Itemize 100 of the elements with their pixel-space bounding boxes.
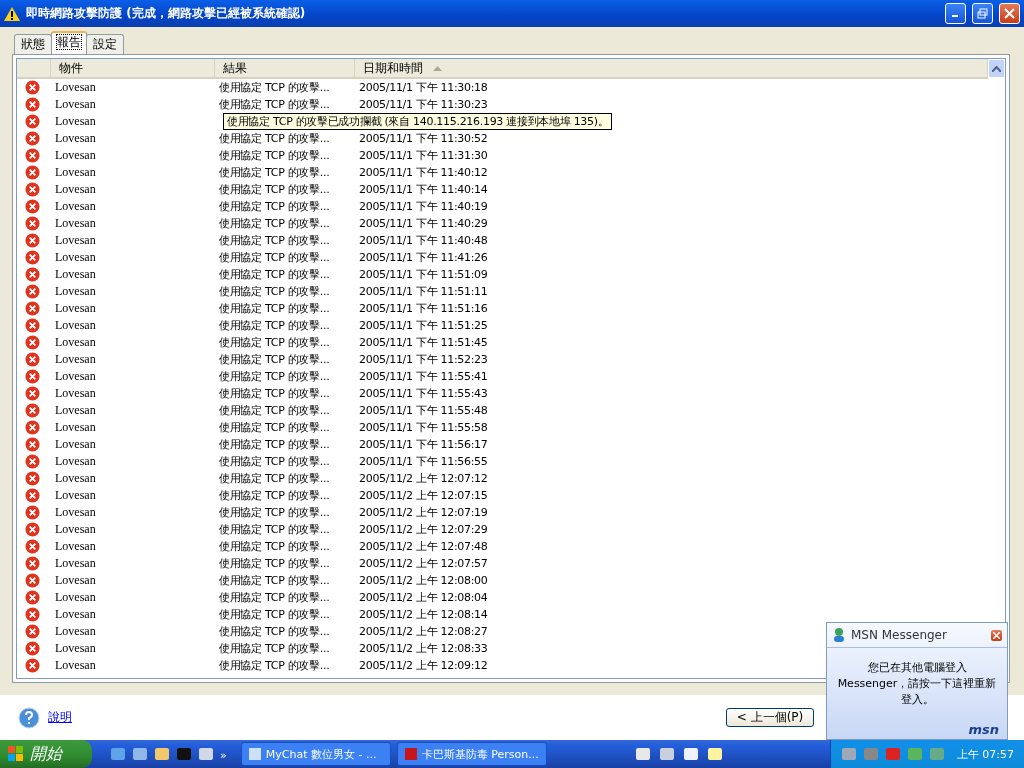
result-cell-text: 使用協定 TCP 的攻擊... xyxy=(218,369,330,384)
result-cell-text: 使用協定 TCP 的攻擊... xyxy=(218,131,330,146)
start-button[interactable]: 開始 xyxy=(0,740,92,768)
datetime-cell-text: 2005/11/2 上午 12:07:29 xyxy=(358,522,488,537)
error-icon xyxy=(25,352,40,367)
datetime-cell-text: 2005/11/2 上午 12:07:12 xyxy=(358,471,488,486)
object-cell-text: Lovesan xyxy=(54,199,97,214)
datetime-cell-text: 2005/11/1 下午 11:40:14 xyxy=(358,182,488,197)
object-cell-text: Lovesan xyxy=(54,97,97,112)
object-cell-text: Lovesan xyxy=(54,182,97,197)
result-cell-text: 使用協定 TCP 的攻擊... xyxy=(218,403,330,418)
scroll-up-button[interactable] xyxy=(988,59,1005,78)
result-cell-text: 使用協定 TCP 的攻擊... xyxy=(218,165,330,180)
object-cell-text: Lovesan xyxy=(54,641,97,656)
datetime-cell-text: 2005/11/2 上午 12:08:33 xyxy=(358,641,488,656)
result-cell-text: 使用協定 TCP 的攻擊... xyxy=(218,658,330,673)
datetime-cell-text: 2005/11/1 下午 11:52:23 xyxy=(358,352,488,367)
result-cell-text: 使用協定 TCP 的攻擊... xyxy=(218,199,330,214)
object-cell-text: Lovesan xyxy=(54,539,97,554)
datetime-cell-text: 2005/11/1 下午 11:30:52 xyxy=(358,131,488,146)
object-cell-text: Lovesan xyxy=(54,335,97,350)
close-icon xyxy=(1004,8,1015,19)
datetime-cell-text: 2005/11/2 上午 12:08:27 xyxy=(358,624,488,639)
error-icon xyxy=(25,590,40,605)
object-cell-text: Lovesan xyxy=(54,352,97,367)
error-icon xyxy=(25,80,40,95)
object-cell-text: Lovesan xyxy=(54,624,97,639)
error-icon xyxy=(25,403,40,418)
object-cell-text: Lovesan xyxy=(54,233,97,248)
result-cell-text: 使用協定 TCP 的攻擊... xyxy=(218,556,330,571)
datetime-cell-text: 2005/11/1 下午 11:51:16 xyxy=(358,301,488,316)
error-icon xyxy=(25,369,40,384)
back-button[interactable]: < 上一個(P) xyxy=(726,708,814,727)
object-cell-text: Lovesan xyxy=(54,573,97,588)
object-cell-text: Lovesan xyxy=(54,80,97,95)
result-cell-text: 使用協定 TCP 的攻擊... xyxy=(218,97,330,112)
datetime-cell-text: 2005/11/1 下午 11:51:25 xyxy=(358,318,488,333)
datetime-cell-text: 2005/11/2 上午 12:07:19 xyxy=(358,505,488,520)
datetime-cell-text: 2005/11/1 下午 11:41:26 xyxy=(358,250,488,265)
notification-popup[interactable]: MSN Messenger 您已在其他電腦登入 Messenger，請按一下這裡重新登入。 msn xyxy=(826,622,1008,740)
tab[interactable]: 設定 xyxy=(86,34,124,54)
error-icon xyxy=(25,216,40,231)
object-cell-text: Lovesan xyxy=(54,437,97,452)
error-icon xyxy=(25,233,40,248)
error-icon xyxy=(25,420,40,435)
result-cell-text: 使用協定 TCP 的攻擊... xyxy=(218,607,330,622)
result-cell-text: 使用協定 TCP 的攻擊... xyxy=(218,624,330,639)
datetime-cell-text: 2005/11/2 上午 12:08:14 xyxy=(358,607,488,622)
popup-message[interactable]: 您已在其他電腦登入 Messenger，請按一下這裡重新登入。 xyxy=(827,648,1007,722)
object-cell-text: Lovesan xyxy=(54,369,97,384)
object-cell-text: Lovesan xyxy=(54,386,97,401)
result-cell-text: 使用協定 TCP 的攻擊... xyxy=(218,148,330,163)
result-cell-text: 使用協定 TCP 的攻擊... xyxy=(218,437,330,452)
tab[interactable]: 狀態 xyxy=(14,34,52,54)
result-cell-text: 使用協定 TCP 的攻擊... xyxy=(218,573,330,588)
maximize-button[interactable] xyxy=(972,3,993,24)
datetime-cell-text: 2005/11/2 上午 12:07:57 xyxy=(358,556,488,571)
datetime-cell-text: 2005/11/2 上午 12:07:48 xyxy=(358,539,488,554)
help-link[interactable]: 說明 xyxy=(18,706,72,729)
result-cell-text: 使用協定 TCP 的攻擊... xyxy=(218,250,330,265)
datetime-cell-text: 2005/11/1 下午 11:30:23 xyxy=(358,97,488,112)
datetime-cell-text: 2005/11/1 下午 11:55:43 xyxy=(358,386,488,401)
result-cell-text: 使用協定 TCP 的攻擊... xyxy=(218,590,330,605)
taskbar-button[interactable]: 卡巴斯基防毒 Person... xyxy=(396,742,547,766)
datetime-cell-text: 2005/11/1 下午 11:51:11 xyxy=(358,284,488,299)
close-button[interactable] xyxy=(990,628,1003,642)
object-cell-text: Lovesan xyxy=(54,148,97,163)
clock: 上午 07:57 xyxy=(956,746,1014,762)
datetime-cell-text: 2005/11/1 下午 11:55:58 xyxy=(358,420,488,435)
error-icon xyxy=(25,148,40,163)
object-cell-text: Lovesan xyxy=(54,250,97,265)
restore-icon xyxy=(977,8,988,19)
close-button[interactable] xyxy=(999,3,1020,24)
minimize-button[interactable] xyxy=(945,3,966,24)
messenger-icon xyxy=(831,627,847,643)
taskbar-button[interactable]: MyChat 數位男女 - ... xyxy=(240,742,391,766)
result-cell-text: 使用協定 TCP 的攻擊... xyxy=(218,318,330,333)
error-icon xyxy=(25,97,40,112)
datetime-cell-text: 2005/11/1 下午 11:55:41 xyxy=(358,369,488,384)
error-icon xyxy=(25,471,40,486)
more-button[interactable]: » xyxy=(220,749,227,762)
result-cell-text: 使用協定 TCP 的攻擊... xyxy=(218,284,330,299)
column-header[interactable]: 結果 xyxy=(215,59,355,77)
object-cell-text: Lovesan xyxy=(54,267,97,282)
column-header[interactable]: 物件 xyxy=(51,59,215,77)
result-cell-text: 使用協定 TCP 的攻擊... xyxy=(218,386,330,401)
object-cell-text: Lovesan xyxy=(54,590,97,605)
object-cell-text: Lovesan xyxy=(54,658,97,673)
datetime-cell-text: 2005/11/1 下午 11:40:29 xyxy=(358,216,488,231)
result-cell-text: 使用協定 TCP 的攻擊... xyxy=(218,352,330,367)
error-icon xyxy=(25,199,40,214)
tab[interactable]: 報告 xyxy=(51,31,87,54)
datetime-cell-text: 2005/11/2 上午 12:08:00 xyxy=(358,573,488,588)
error-icon xyxy=(25,165,40,180)
error-icon xyxy=(25,505,40,520)
error-icon xyxy=(25,301,40,316)
datetime-cell-text: 2005/11/1 下午 11:40:12 xyxy=(358,165,488,180)
tooltip: 使用協定 TCP 的攻擊已成功攔截 (來自 140.115.216.193 連接到本地埠 135)。 xyxy=(223,113,613,130)
warning-icon xyxy=(4,6,20,21)
error-icon xyxy=(25,131,40,146)
